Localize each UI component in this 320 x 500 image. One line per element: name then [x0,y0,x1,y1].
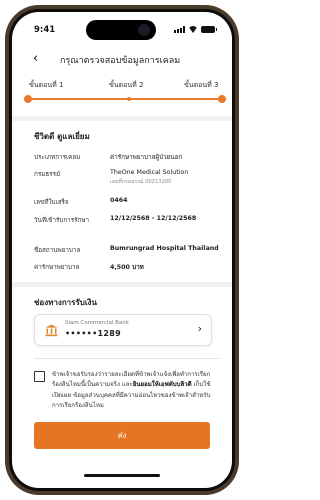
policy-section-title: ชีวิตดี ดูแลเยี่ยม [34,132,90,141]
policy-label: กรมธรรม์ [34,171,61,178]
bank-icon [45,324,58,337]
page-title: กรุณาตรวจสอบข้อมูลการเคลม [60,56,181,66]
battery-icon [201,26,217,33]
step-2-dot [127,97,131,101]
wifi-icon [188,26,198,33]
bank-name: Siam Commercial Bank [65,320,129,326]
treatment-date-value: 12/12/2568 - 12/12/2568 [110,215,197,222]
status-icons [174,26,217,33]
separator-line [34,358,220,359]
phone-bezel: 9:41 ‹ กรุณาตรวจสอบข้อมูลการเคลม ขั้นตอน… [9,9,235,491]
payment-section-title: ช่องทางการรับเงิน [34,298,97,307]
consent-text-bold: ยินยอมให้เอฟดับบลิวดี [132,381,192,389]
receipt-number-value: 0464 [110,197,128,204]
policy-name-value: TheOne Medical Solution [110,169,189,176]
claim-type-value: ค่ารักษาพยาบาลผู้ป่วยนอก [110,154,183,161]
receipt-number-label: เลขที่ใบเสร็จ [34,199,69,206]
section-divider [12,116,232,121]
hospital-label: ชื่อสถานพยาบาล [34,247,81,254]
claim-type-label: ประเภทการเคลม [34,154,81,161]
chevron-right-icon: › [197,322,202,335]
consent-text: ข้าพเจ้าขอรับรองว่ารายละเอียดที่ข้าพเจ้า… [52,370,220,412]
medical-fee-label: ค่ารักษาพยาบาล [34,264,80,271]
signal-icon [174,26,185,33]
step-3-dot [218,95,226,103]
status-bar: 9:41 [12,12,232,42]
status-time: 9:41 [34,25,56,35]
header: ‹ กรุณาตรวจสอบข้อมูลการเคลม [12,48,232,72]
policy-number-value: เลขที่กรมธรรม์ 00213200 [110,179,172,185]
back-icon[interactable]: ‹ [33,48,38,70]
hospital-value: Bumrungrad Hospital Thailand [110,245,219,252]
bank-account-selector[interactable]: Siam Commercial Bank ••••••1289 › [34,314,212,346]
camera-icon [138,24,150,36]
medical-fee-value: 4,500 บาท [110,264,144,271]
step-progress-line [26,98,226,100]
step-3-label: ขั้นตอนที่ 3 [184,81,219,89]
bank-account-number: ••••••1289 [65,329,121,338]
consent-checkbox[interactable] [34,371,45,382]
step-indicator: ขั้นตอนที่ 1 ขั้นตอนที่ 2 ขั้นตอนที่ 3 [12,78,232,108]
dynamic-island [86,20,156,40]
step-2-label: ขั้นตอนที่ 2 [109,81,144,89]
treatment-date-label: วันที่เข้ารับการรักษา [34,217,89,224]
screen: 9:41 ‹ กรุณาตรวจสอบข้อมูลการเคลม ขั้นตอน… [12,12,232,488]
section-divider [12,282,232,287]
home-indicator [84,474,160,477]
submit-button[interactable]: ส่ง [34,422,210,449]
step-1-label: ขั้นตอนที่ 1 [29,81,64,89]
step-1-dot [24,95,32,103]
phone-frame: 9:41 ‹ กรุณาตรวจสอบข้อมูลการเคลม ขั้นตอน… [5,5,239,495]
